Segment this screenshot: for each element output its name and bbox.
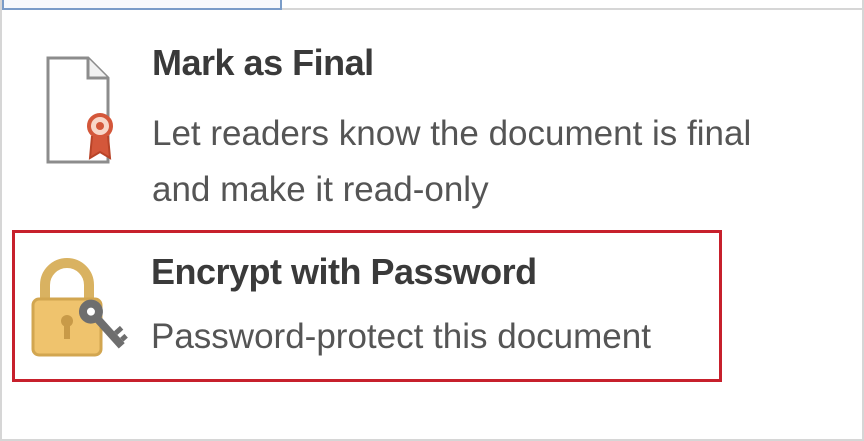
mark-as-final-title: Mark as Final <box>152 42 374 83</box>
lock-key-icon <box>21 251 131 361</box>
menu-top-border <box>282 8 862 10</box>
menu-item-encrypt-with-password[interactable]: Encrypt with Password Password-protect t… <box>12 230 722 382</box>
encrypt-with-password-title: Encrypt with Password <box>151 251 537 292</box>
menu-item-mark-as-final[interactable]: Mark as Final Let readers know the docum… <box>12 28 751 228</box>
protect-document-button-edge[interactable] <box>2 0 282 10</box>
mark-as-final-description: Let readers know the document is final a… <box>152 114 752 209</box>
protect-document-menu: Mark as Final Let readers know the docum… <box>0 0 864 441</box>
encrypt-with-password-description: Password-protect this document <box>151 317 651 356</box>
document-ribbon-icon <box>36 50 126 170</box>
